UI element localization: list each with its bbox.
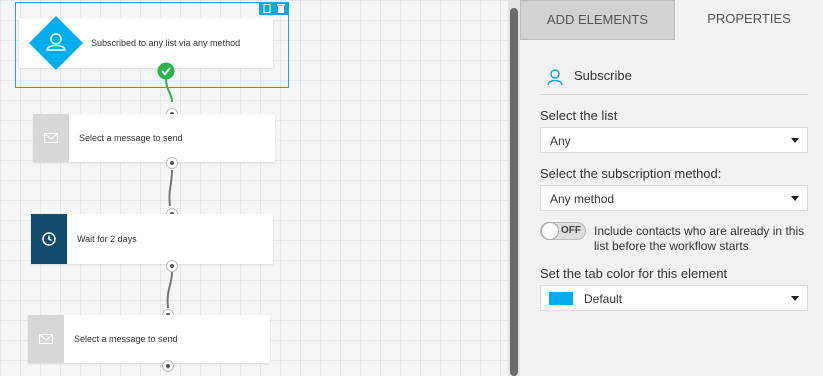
tab-add-elements[interactable]: ADD ELEMENTS — [520, 0, 675, 40]
step-node-message[interactable]: Select a message to send — [33, 114, 275, 162]
node-output-connector[interactable] — [166, 157, 178, 169]
step-text: Wait for 2 days — [77, 234, 137, 244]
envelope-icon — [33, 114, 69, 162]
include-existing-toggle[interactable]: OFF — [540, 222, 586, 240]
step-text: Select a message to send — [79, 133, 183, 143]
check-icon — [157, 62, 175, 80]
trash-icon[interactable] — [277, 4, 285, 13]
element-title: Subscribe — [574, 68, 632, 83]
copy-icon[interactable] — [263, 4, 271, 13]
caret-down-icon — [791, 296, 799, 301]
toggle-knob — [541, 222, 559, 240]
element-header: Subscribe — [540, 66, 808, 95]
caret-down-icon — [791, 196, 799, 201]
color-swatch — [549, 292, 573, 305]
method-select[interactable]: Any method — [540, 185, 808, 211]
list-select[interactable]: Any — [540, 127, 808, 153]
step-node-message[interactable]: Select a message to send — [28, 315, 270, 363]
method-label: Select the subscription method: — [540, 166, 722, 181]
properties-panel: ADD ELEMENTS PROPERTIES Subscribe Select… — [520, 0, 823, 376]
workflow-canvas[interactable]: Subscribed to any list via any method Se… — [0, 0, 508, 376]
node-output-connector[interactable] — [166, 260, 178, 272]
list-label: Select the list — [540, 108, 618, 123]
clock-icon — [31, 214, 67, 264]
step-node-wait[interactable]: Wait for 2 days — [31, 214, 273, 264]
color-label: Set the tab color for this element — [540, 266, 728, 281]
node-output-connector[interactable] — [162, 360, 174, 372]
user-icon — [29, 16, 83, 70]
trigger-text: Subscribed to any list via any method — [91, 38, 241, 48]
node-tools — [259, 2, 289, 15]
tab-properties[interactable]: PROPERTIES — [675, 0, 823, 40]
color-select-value: Default — [584, 292, 623, 306]
trigger-node[interactable]: Subscribed to any list via any method — [19, 16, 273, 70]
caret-down-icon — [791, 138, 799, 143]
step-text: Select a message to send — [74, 334, 178, 344]
toggle-state: OFF — [561, 225, 581, 236]
list-select-value: Any — [550, 134, 571, 148]
color-select[interactable]: Default — [540, 285, 808, 311]
canvas-scrollbar-thumb[interactable] — [510, 8, 518, 376]
envelope-icon — [28, 315, 64, 363]
toggle-label: Include contacts who are already in this… — [594, 224, 805, 253]
method-select-value: Any method — [550, 192, 615, 206]
user-icon — [547, 69, 563, 86]
